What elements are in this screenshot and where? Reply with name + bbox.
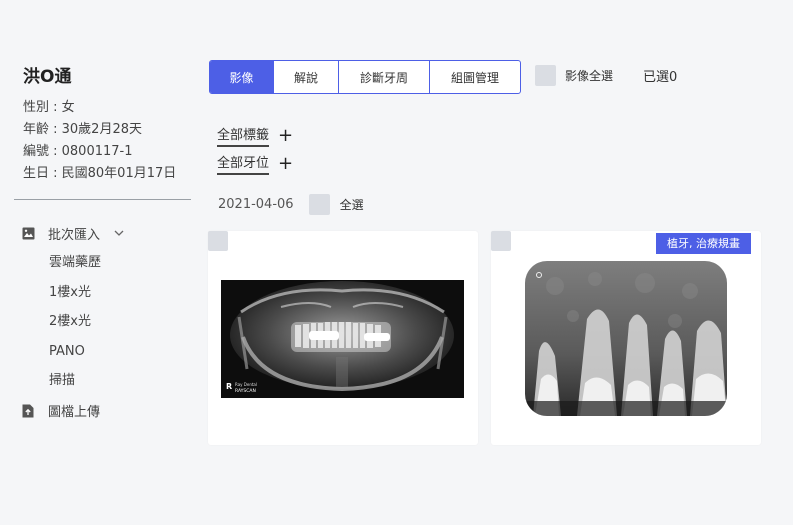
patient-id: 編號 : 0800117-1 [23,144,133,159]
periapical-xray-image [525,261,727,416]
nav-sub-item[interactable]: 2樓x光 [20,307,190,337]
tab-explanation[interactable]: 解說 [274,61,339,93]
nav-file-upload[interactable]: 圖檔上傳 [20,396,190,426]
tooth-filter: 全部牙位 + [217,152,293,175]
nav-sub-item[interactable]: 掃描 [20,366,190,396]
image-icon [20,225,36,241]
image-card[interactable]: 植牙, 治療規畫 [491,231,761,445]
nav-batch-import[interactable]: 批次匯入 [20,218,190,248]
view-tabs: 影像 解說 診斷牙周 組圖管理 [209,60,521,94]
select-all-images-label: 影像全選 [565,69,614,83]
tag-filter: 全部標籤 + [217,124,293,147]
add-tag-button[interactable]: + [278,126,293,144]
date-select-all-checkbox[interactable] [308,194,330,215]
pano-watermark-brand: Ray Dental [235,382,257,387]
nav-sub-item[interactable]: 雲端藥歷 [20,248,190,278]
image-card-checkbox[interactable] [491,231,511,251]
svg-text:R: R [226,382,232,391]
patient-gender: 性別 : 女 [23,100,75,115]
image-card[interactable]: R Ray Dental RAYSCAN [208,231,478,445]
pano-watermark-product: RAYSCAN [235,388,256,394]
nav-sub-item[interactable]: PANO [20,337,190,367]
tab-periodontal[interactable]: 診斷牙周 [339,61,430,93]
panoramic-xray-image: R Ray Dental RAYSCAN [221,277,464,398]
sidebar-nav: 批次匯入 雲端藥歷 1樓x光 2樓x光 PANO 掃描 圖檔上傳 [20,218,190,426]
date-group-header: 2021-04-06 全選 [218,194,364,215]
image-card-checkbox[interactable] [208,231,228,251]
select-all-images-checkbox[interactable] [535,65,556,86]
date-group-date: 2021-04-06 [218,197,294,212]
select-all-images[interactable]: 影像全選 [535,65,613,86]
tab-images[interactable]: 影像 [210,61,274,93]
tab-group-management[interactable]: 組圖管理 [430,61,520,93]
selected-count: 已選0 [643,70,678,85]
file-upload-icon [20,403,36,419]
chevron-down-icon[interactable] [114,227,124,240]
add-tooth-button[interactable]: + [278,154,293,172]
patient-info: 性別 : 女 年齡 : 30歲2月28天 編號 : 0800117-1 生日 :… [23,97,176,185]
date-select-all-label: 全選 [339,198,364,212]
patient-birthday: 生日 : 民國80年01月17日 [23,166,177,181]
all-tags-filter[interactable]: 全部標籤 [217,124,270,147]
divider [14,199,191,200]
image-tag-badge[interactable]: 植牙, 治療規畫 [656,233,751,254]
nav-batch-import-label: 批次匯入 [48,227,101,243]
patient-age: 年齡 : 30歲2月28天 [23,122,142,137]
nav-file-upload-label: 圖檔上傳 [48,405,101,420]
patient-name: 洪O通 [23,67,72,87]
nav-sub-item[interactable]: 1樓x光 [20,278,190,308]
all-teeth-filter[interactable]: 全部牙位 [217,152,270,175]
